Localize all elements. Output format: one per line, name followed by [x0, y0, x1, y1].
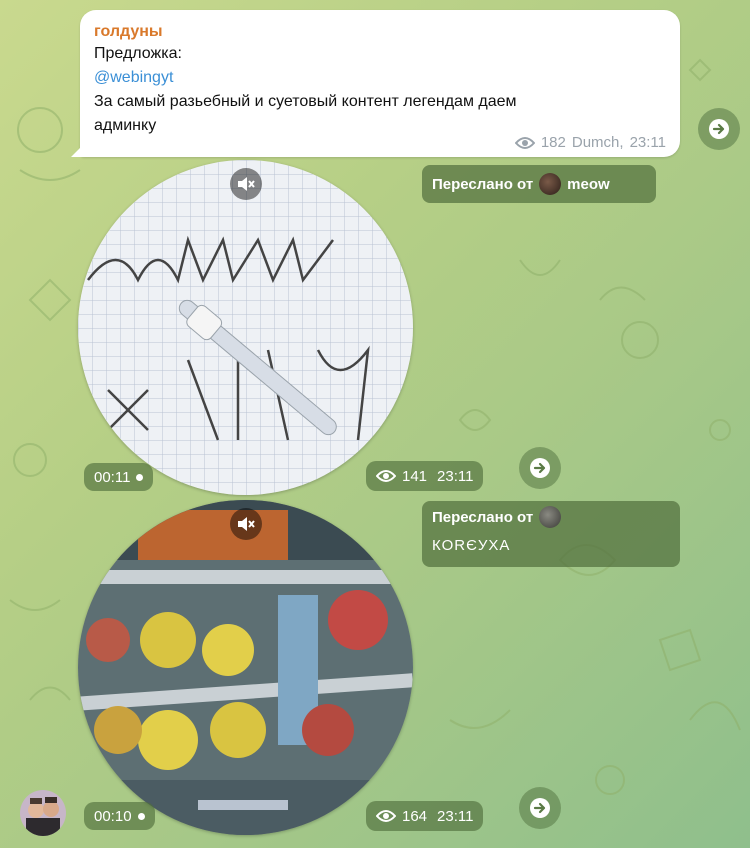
- forwarded-name[interactable]: КОRЄУХА: [432, 533, 670, 559]
- forwarded-name[interactable]: meow: [567, 176, 610, 193]
- avatar[interactable]: [539, 506, 562, 528]
- share-button[interactable]: [698, 108, 740, 150]
- video-views: 164: [402, 807, 428, 825]
- video-time: 23:11: [437, 467, 474, 485]
- avatar-photo: [20, 790, 66, 836]
- video-views-badge: 164 23:11: [366, 801, 484, 831]
- video-views: 141: [402, 467, 428, 485]
- mute-button[interactable]: [229, 168, 262, 200]
- eye-icon: [376, 470, 396, 482]
- video-views-badge: 141 23:11: [366, 461, 484, 491]
- message-line: За самый разьебный и суетовый контент ле…: [94, 93, 517, 110]
- message-meta: 182 Dumch, 23:11: [514, 134, 666, 151]
- share-arrow-icon: [530, 798, 550, 818]
- forwarded-from-badge[interactable]: Переслано от meow: [422, 165, 656, 203]
- muted-speaker-icon: [237, 517, 255, 531]
- message-signature: Dumch,: [571, 134, 624, 151]
- message-views: 182: [540, 134, 566, 151]
- user-avatar[interactable]: [20, 790, 66, 836]
- share-arrow-icon: [709, 119, 729, 139]
- video-duration: 00:10: [94, 807, 132, 825]
- share-button[interactable]: [519, 447, 561, 489]
- recording-dot-icon: [136, 473, 144, 481]
- video-message-2[interactable]: [78, 500, 413, 835]
- message-bubble[interactable]: голдуны Предложка: @webingyt За самый ра…: [71, 10, 680, 157]
- message-time: 23:11: [629, 134, 666, 151]
- recording-dot-icon: [137, 812, 145, 820]
- avatar[interactable]: [539, 173, 562, 195]
- eye-icon: [376, 810, 396, 822]
- video-message-1[interactable]: [78, 160, 413, 495]
- message-line: Предложка:: [94, 45, 182, 62]
- mute-button[interactable]: [229, 508, 262, 540]
- eye-icon: [514, 136, 535, 150]
- message-author[interactable]: голдуны: [94, 22, 666, 42]
- video-frame-paper: [78, 160, 413, 495]
- video-duration-badge: 00:10: [84, 802, 155, 830]
- forwarded-label: Переслано от: [432, 175, 534, 193]
- message-mention-link[interactable]: @webingyt: [94, 66, 666, 90]
- bubble-tail: [71, 143, 85, 157]
- forwarded-label: Переслано от: [432, 508, 534, 526]
- video-duration: 00:11: [94, 468, 131, 486]
- forwarded-from-badge[interactable]: Переслано от КОRЄУХА: [422, 501, 680, 567]
- video-duration-badge: 00:11: [84, 463, 154, 491]
- video-time: 23:11: [437, 807, 474, 825]
- video-frame-fridge: [78, 500, 413, 835]
- muted-speaker-icon: [237, 177, 255, 191]
- share-button[interactable]: [519, 787, 561, 829]
- share-arrow-icon: [530, 458, 550, 478]
